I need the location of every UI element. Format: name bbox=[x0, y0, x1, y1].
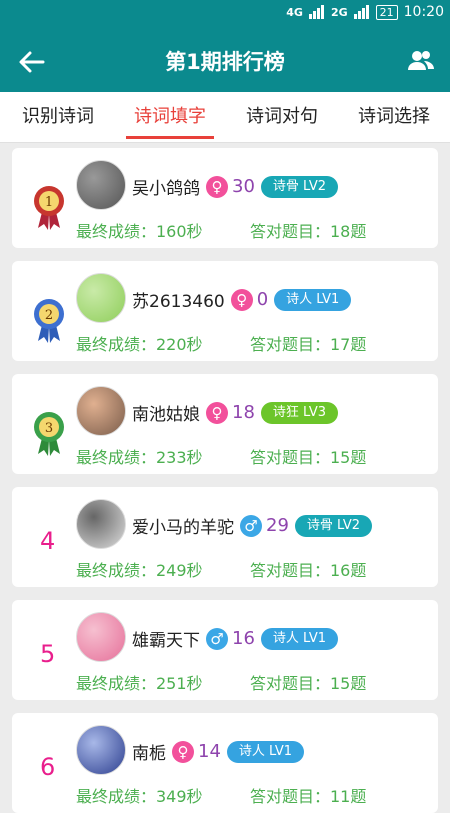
ranking-row[interactable]: 5 雄霸天下 ♂ 16 诗人 LV1 最终成绩：251秒 答对题目：15题 bbox=[12, 600, 438, 700]
page-title: 第1期排行榜 bbox=[165, 50, 285, 74]
signal-icon-2 bbox=[353, 5, 370, 19]
status-bar: 4G 2G 21 10:20 bbox=[0, 0, 450, 30]
friends-button[interactable] bbox=[406, 46, 436, 76]
avatar[interactable] bbox=[76, 386, 126, 436]
level-number: 0 bbox=[256, 289, 269, 310]
level-badge: 诗骨 LV2 bbox=[294, 514, 373, 537]
network-4g-label: 4G bbox=[286, 5, 303, 19]
avatar[interactable] bbox=[76, 499, 126, 549]
signal-icon-1 bbox=[308, 5, 325, 19]
medal-icon: 3 bbox=[34, 412, 64, 456]
final-score: 最终成绩：233秒 bbox=[76, 448, 203, 467]
row-header: 苏2613460 ♀ 0 诗人 LV1 bbox=[132, 287, 352, 312]
rank-number: 5 bbox=[40, 640, 56, 668]
level-number: 18 bbox=[232, 402, 255, 423]
player-name: 南栀 bbox=[132, 744, 166, 764]
level-number: 14 bbox=[198, 741, 221, 762]
avatar[interactable] bbox=[76, 725, 126, 775]
final-score: 最终成绩：220秒 bbox=[76, 335, 203, 354]
player-name: 雄霸天下 bbox=[132, 631, 200, 651]
female-icon: ♀ bbox=[230, 288, 253, 311]
final-score: 最终成绩：160秒 bbox=[76, 222, 203, 241]
row-header: 吴小鸽鸽 ♀ 30 诗骨 LV2 bbox=[132, 174, 339, 199]
medal-icon: 2 bbox=[34, 299, 64, 343]
row-header: 爱小马的羊驼 ♂ 29 诗骨 LV2 bbox=[132, 513, 373, 538]
avatar[interactable] bbox=[76, 273, 126, 323]
ranking-row[interactable]: 1 吴小鸽鸽 ♀ 30 诗骨 LV2 最终成绩：160秒 答对题目：18题 bbox=[12, 148, 438, 248]
ranking-row[interactable]: 6 南栀 ♀ 14 诗人 LV1 最终成绩：349秒 答对题目：11题 bbox=[12, 713, 438, 813]
player-name: 爱小马的羊驼 bbox=[132, 518, 234, 538]
level-badge: 诗人 LV1 bbox=[226, 740, 305, 763]
level-number: 16 bbox=[232, 628, 255, 649]
female-icon: ♀ bbox=[206, 175, 228, 198]
medal-icon: 1 bbox=[34, 186, 64, 230]
ranking-row[interactable]: 2 苏2613460 ♀ 0 诗人 LV1 最终成绩：220秒 答对题目：17题 bbox=[12, 261, 438, 361]
rank-label: 1 bbox=[45, 195, 53, 210]
correct-count: 答对题目：15题 bbox=[250, 674, 367, 693]
correct-count: 答对题目：15题 bbox=[250, 448, 367, 467]
player-name: 吴小鸽鸽 bbox=[132, 179, 200, 199]
battery-icon: 21 bbox=[375, 4, 398, 20]
level-badge: 诗狂 LV3 bbox=[260, 401, 339, 424]
tab-recognize-poem[interactable]: 识别诗词 bbox=[8, 92, 108, 142]
level-badge: 诗人 LV1 bbox=[274, 288, 352, 311]
correct-count: 答对题目：16题 bbox=[250, 561, 367, 580]
tab-fill-word[interactable]: 诗词填字 bbox=[120, 92, 220, 142]
rank-number: 4 bbox=[40, 527, 56, 555]
tab-couplet[interactable]: 诗词对句 bbox=[232, 92, 332, 142]
app-bar: 第1期排行榜 bbox=[0, 30, 450, 92]
female-icon: ♀ bbox=[172, 740, 194, 763]
avatar[interactable] bbox=[76, 160, 126, 210]
correct-count: 答对题目：11题 bbox=[250, 787, 367, 806]
network-2g-label-1: 2G bbox=[330, 5, 348, 19]
level-number: 29 bbox=[266, 515, 289, 536]
tab-bar: 识别诗词 诗词填字 诗词对句 诗词选择 bbox=[0, 92, 450, 143]
people-icon bbox=[408, 51, 434, 70]
avatar[interactable] bbox=[76, 612, 126, 662]
level-badge: 诗骨 LV2 bbox=[260, 175, 339, 198]
ranking-row[interactable]: 4 爱小马的羊驼 ♂ 29 诗骨 LV2 最终成绩：249秒 答对题目：16题 bbox=[12, 487, 438, 587]
player-name: 苏2613460 bbox=[132, 292, 225, 312]
rank-label: 3 bbox=[45, 421, 53, 436]
status-time: 10:20 bbox=[403, 4, 444, 20]
row-header: 雄霸天下 ♂ 16 诗人 LV1 bbox=[132, 626, 339, 651]
final-score: 最终成绩：251秒 bbox=[76, 674, 203, 693]
ranking-row[interactable]: 3 南池姑娘 ♀ 18 诗狂 LV3 最终成绩：233秒 答对题目：15题 bbox=[12, 374, 438, 474]
tab-choice[interactable]: 诗词选择 bbox=[344, 92, 444, 142]
correct-count: 答对题目：18题 bbox=[250, 222, 367, 241]
female-icon: ♀ bbox=[206, 401, 228, 424]
row-header: 南栀 ♀ 14 诗人 LV1 bbox=[132, 739, 305, 764]
player-name: 南池姑娘 bbox=[132, 405, 200, 425]
row-header: 南池姑娘 ♀ 18 诗狂 LV3 bbox=[132, 400, 339, 425]
level-badge: 诗人 LV1 bbox=[260, 627, 339, 650]
male-icon: ♂ bbox=[206, 627, 228, 650]
rank-label: 2 bbox=[45, 308, 53, 323]
final-score: 最终成绩：349秒 bbox=[76, 787, 203, 806]
male-icon: ♂ bbox=[240, 514, 262, 537]
final-score: 最终成绩：249秒 bbox=[76, 561, 203, 580]
level-number: 30 bbox=[232, 176, 255, 197]
rank-number: 6 bbox=[40, 753, 56, 781]
correct-count: 答对题目：17题 bbox=[250, 335, 367, 354]
